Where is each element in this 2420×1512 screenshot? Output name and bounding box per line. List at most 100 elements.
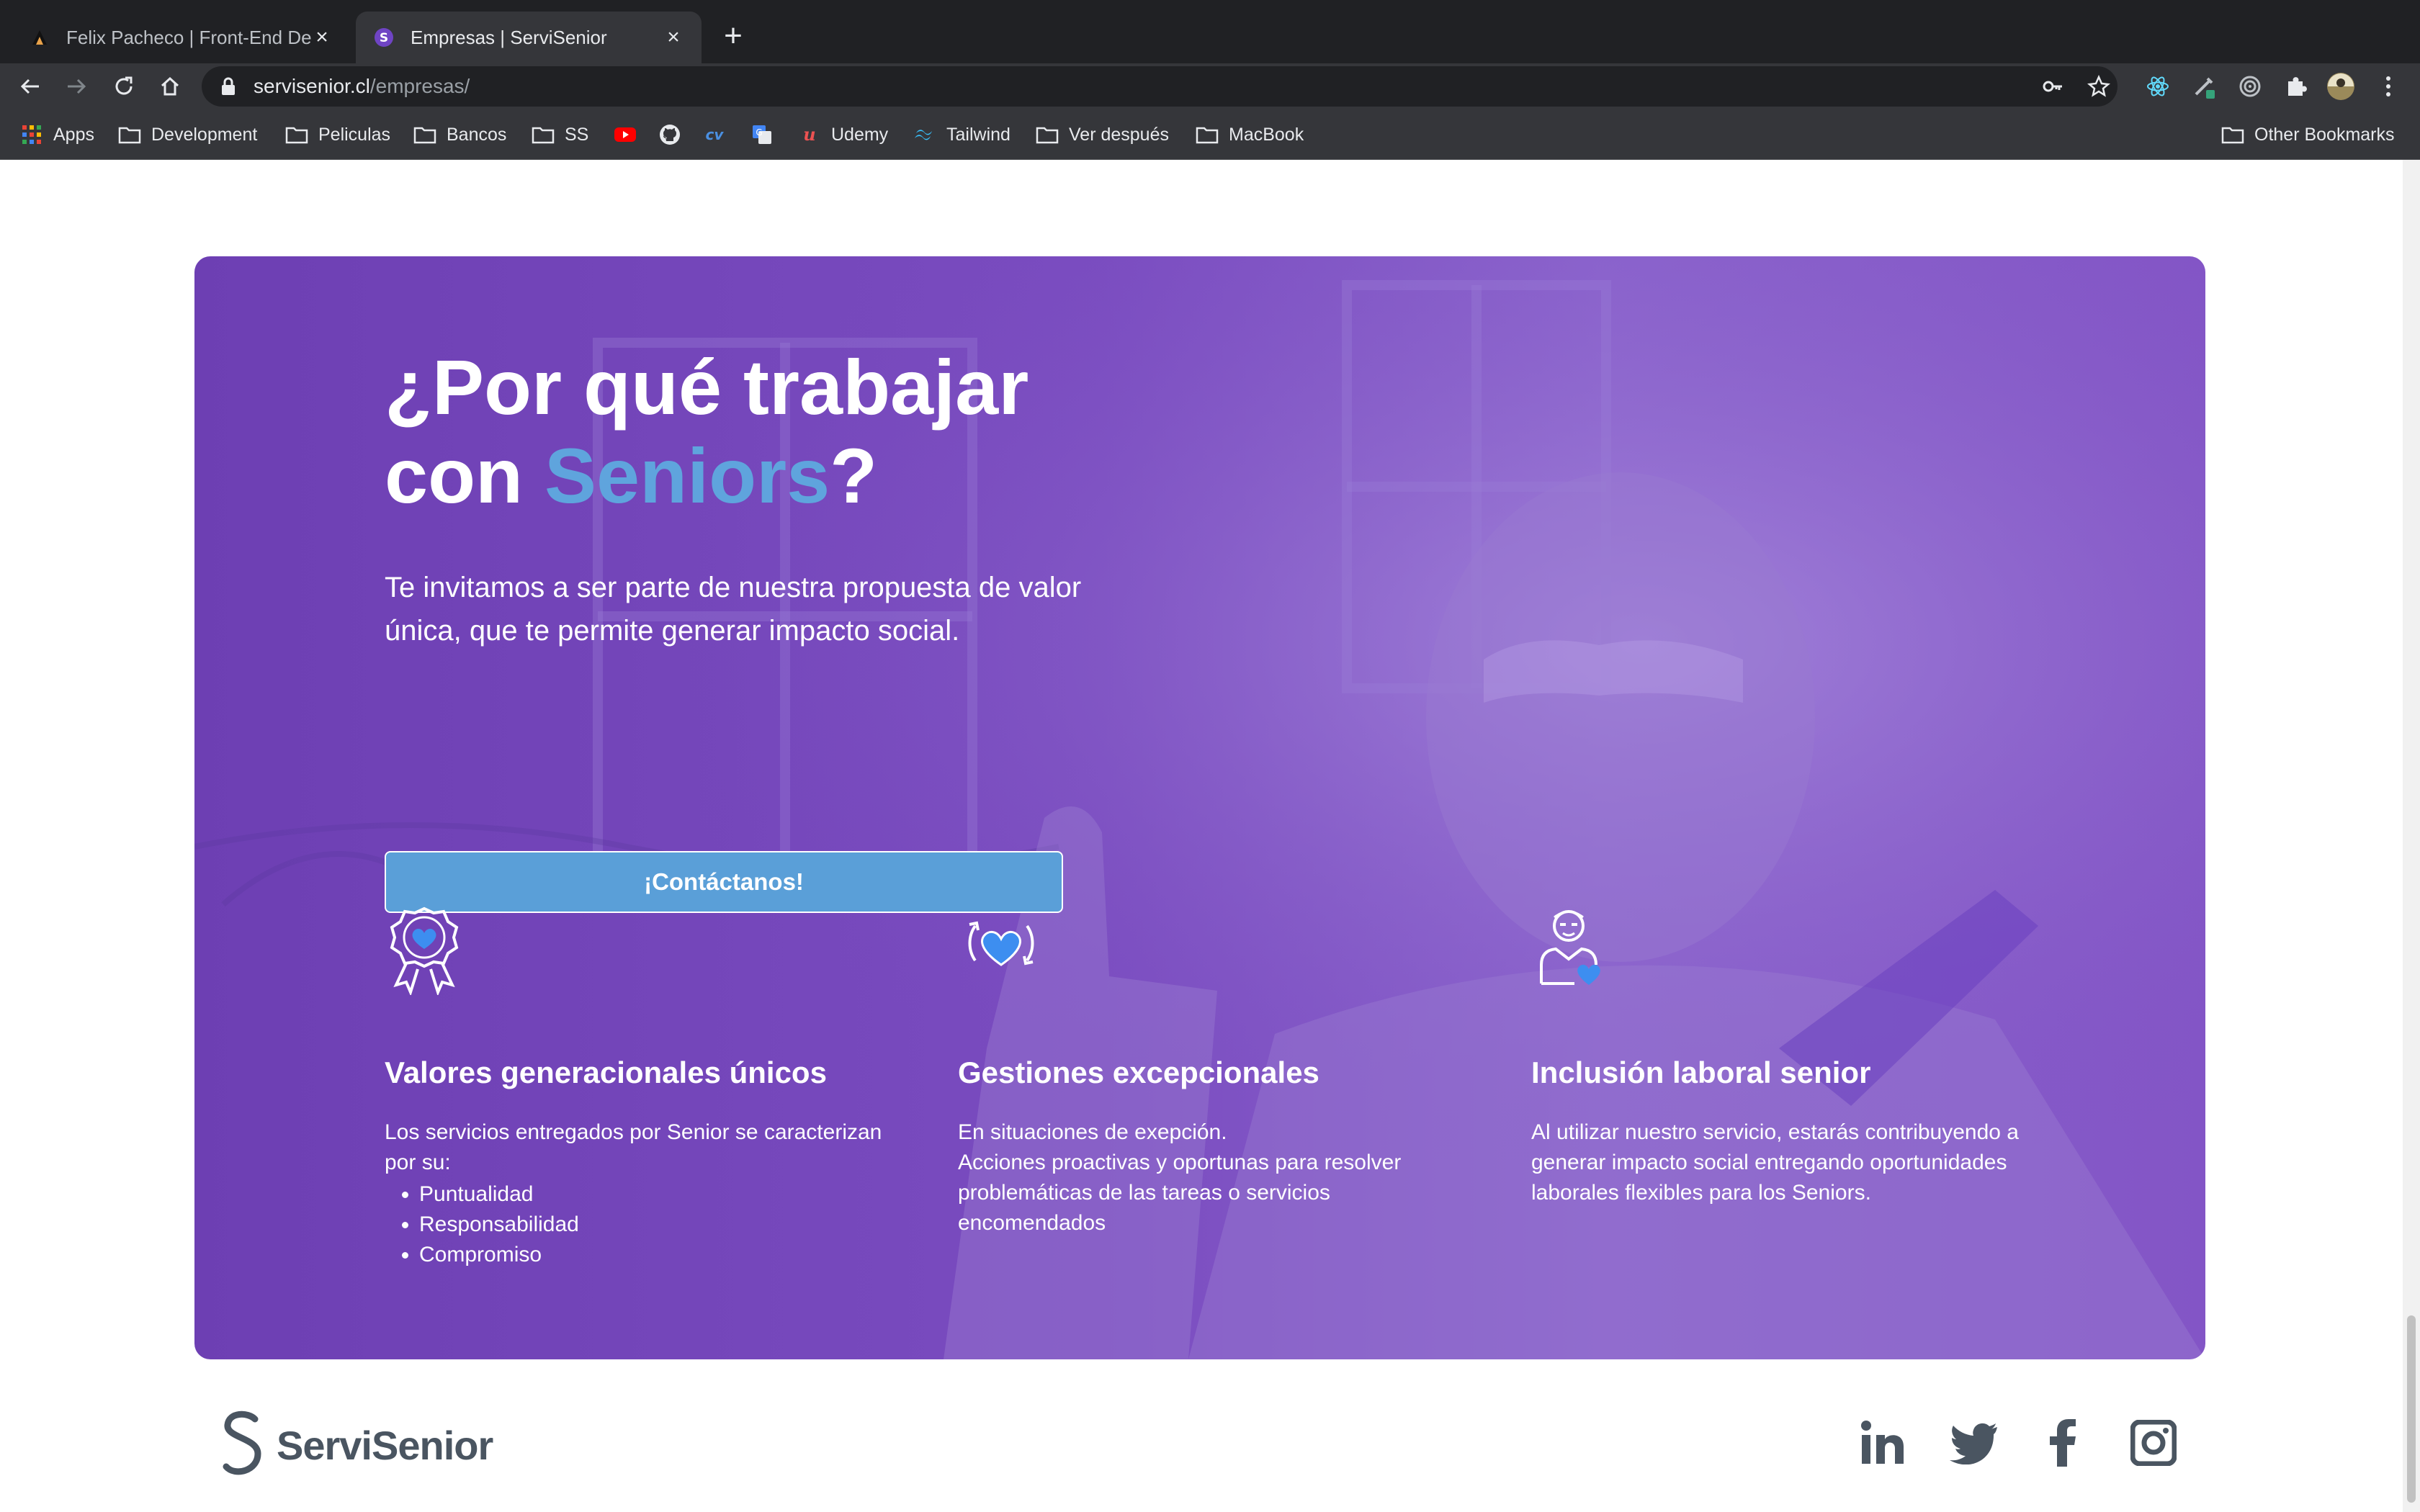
url-path: /empresas/ bbox=[369, 75, 470, 97]
star-bookmark-icon[interactable] bbox=[2086, 73, 2112, 99]
github-icon bbox=[658, 123, 681, 146]
eyedropper-extension-icon[interactable] bbox=[2190, 72, 2218, 101]
bookmark-udemy[interactable]: u Udemy bbox=[798, 122, 888, 147]
folder-icon bbox=[285, 123, 308, 146]
tailwind-icon bbox=[913, 123, 936, 146]
logo-text: ServiSenior bbox=[277, 1422, 493, 1468]
feature-list: Puntualidad Responsabilidad Compromiso bbox=[419, 1179, 579, 1270]
new-tab-button[interactable]: + bbox=[716, 20, 750, 55]
list-item: Puntualidad bbox=[419, 1179, 579, 1210]
feature-text: Los servicios entregados por Senior se c… bbox=[385, 1120, 882, 1174]
bookmark-label: SS bbox=[565, 124, 589, 145]
bookmark-label: MacBook bbox=[1229, 124, 1304, 145]
facebook-icon[interactable] bbox=[2035, 1416, 2090, 1470]
bookmark-folder-peliculas[interactable]: Peliculas bbox=[285, 122, 390, 147]
folder-icon bbox=[413, 123, 436, 146]
bookmark-label: Other Bookmarks bbox=[2254, 124, 2395, 145]
bookmark-label: Bancos bbox=[447, 124, 507, 145]
feature-text-line1: En situaciones de exepción. bbox=[958, 1120, 1227, 1144]
list-item: Responsabilidad bbox=[419, 1210, 579, 1240]
site-favicon-icon bbox=[29, 27, 50, 48]
tab-title: Felix Pacheco | Front-End Developer bbox=[66, 26, 311, 48]
react-devtools-icon[interactable] bbox=[2143, 72, 2172, 101]
feature-title: Valores generacionales únicos bbox=[385, 1056, 827, 1089]
servisenior-favicon-icon: S bbox=[373, 27, 395, 48]
browser-tab-servisenior[interactable]: S Empresas | ServiSenior × bbox=[356, 12, 702, 63]
bookmark-cv[interactable]: cv bbox=[703, 122, 726, 147]
tab-title: Empresas | ServiSenior bbox=[411, 26, 607, 48]
svg-text:S: S bbox=[380, 31, 388, 45]
list-item: Compromiso bbox=[419, 1240, 579, 1270]
bookmark-github[interactable] bbox=[658, 122, 681, 147]
award-heart-icon bbox=[385, 904, 478, 998]
hero-title-line1: ¿Por qué trabajar bbox=[385, 343, 1029, 431]
svg-text:G: G bbox=[756, 127, 762, 138]
profile-avatar-icon[interactable] bbox=[2326, 72, 2355, 101]
bookmark-folder-bancos[interactable]: Bancos bbox=[413, 122, 506, 147]
bookmark-folder-ver-despues[interactable]: Ver después bbox=[1036, 122, 1169, 147]
feature-title: Inclusión laboral senior bbox=[1531, 1056, 1871, 1089]
servisenior-logo-icon bbox=[223, 1410, 261, 1475]
svg-text:cv: cv bbox=[706, 126, 725, 143]
bookmark-label: Tailwind bbox=[946, 124, 1010, 145]
bookmark-folder-other[interactable]: Other Bookmarks bbox=[2221, 122, 2395, 147]
senior-person-heart-icon bbox=[1531, 904, 1625, 998]
puzzle-extensions-icon[interactable] bbox=[2282, 72, 2311, 101]
bookmark-apps[interactable]: Apps bbox=[20, 122, 94, 147]
hero-title: ¿Por qué trabajar con Seniors? bbox=[385, 343, 1249, 520]
forward-arrow-icon[interactable] bbox=[60, 71, 92, 102]
bookmarks-bar: Apps Development Peliculas Bancos SS cv … bbox=[0, 109, 2420, 160]
hero-title-suffix: ? bbox=[830, 432, 878, 519]
folder-icon bbox=[1196, 123, 1219, 146]
svg-text:u: u bbox=[803, 124, 815, 145]
bookmark-label: Apps bbox=[53, 124, 94, 145]
folder-icon bbox=[1036, 123, 1059, 146]
bookmark-folder-ss[interactable]: SS bbox=[532, 122, 588, 147]
udemy-icon: u bbox=[798, 123, 821, 146]
bookmark-folder-macbook[interactable]: MacBook bbox=[1196, 122, 1304, 147]
close-tab-icon[interactable]: × bbox=[311, 27, 333, 48]
twitter-icon[interactable] bbox=[1946, 1416, 2001, 1470]
feature-text: Al utilizar nuestro servicio, estarás co… bbox=[1531, 1120, 2019, 1205]
key-icon[interactable] bbox=[2040, 73, 2066, 99]
close-tab-icon[interactable]: × bbox=[663, 27, 684, 48]
feature-title: Gestiones excepcionales bbox=[958, 1056, 1319, 1089]
instagram-icon[interactable] bbox=[2126, 1416, 2181, 1470]
target-extension-icon[interactable] bbox=[2236, 72, 2264, 101]
folder-icon bbox=[2221, 123, 2244, 146]
bookmark-label: Peliculas bbox=[318, 124, 391, 145]
cv-icon: cv bbox=[703, 123, 726, 146]
bookmark-translate[interactable]: G bbox=[750, 122, 774, 147]
browser-tab-bar: Felix Pacheco | Front-End Developer × S … bbox=[0, 0, 2420, 63]
scrollbar-thumb[interactable] bbox=[2407, 1315, 2416, 1503]
lock-icon bbox=[220, 76, 241, 96]
hero-title-prefix: con bbox=[385, 432, 545, 519]
servisenior-logo[interactable]: ServiSenior bbox=[219, 1405, 493, 1485]
bookmark-youtube[interactable] bbox=[614, 122, 637, 147]
bookmark-tailwind[interactable]: Tailwind bbox=[913, 122, 1010, 147]
feature-text-line2: Acciones proactivas y oportunas para res… bbox=[958, 1151, 1402, 1235]
linkedin-icon[interactable] bbox=[1855, 1416, 1910, 1470]
back-arrow-icon[interactable] bbox=[14, 71, 46, 102]
address-bar[interactable]: servisenior.cl /empresas/ bbox=[202, 66, 2118, 107]
browser-toolbar: servisenior.cl /empresas/ bbox=[0, 63, 2420, 109]
hero-description: Te invitamos a ser parte de nuestra prop… bbox=[385, 572, 1082, 647]
why-seniors-hero: ¿Por qué trabajar con Seniors? Te invita… bbox=[194, 256, 2205, 1359]
browser-tab-felix[interactable]: Felix Pacheco | Front-End Developer × bbox=[12, 12, 350, 63]
feature-text: En situaciones de exepción. Acciones pro… bbox=[958, 1117, 1462, 1238]
reload-icon[interactable] bbox=[108, 71, 140, 102]
hero-title-accent: Seniors bbox=[544, 432, 830, 519]
bookmark-label: Development bbox=[151, 124, 258, 145]
apps-grid-icon bbox=[20, 123, 43, 146]
bookmark-label: Ver después bbox=[1069, 124, 1169, 145]
bookmark-label: Udemy bbox=[831, 124, 889, 145]
home-icon[interactable] bbox=[154, 71, 186, 102]
page-viewport: ¿Por qué trabajar con Seniors? Te invita… bbox=[0, 160, 2403, 1512]
page-scrollbar[interactable] bbox=[2403, 160, 2420, 1512]
heart-refresh-icon bbox=[958, 904, 1052, 998]
folder-icon bbox=[118, 123, 141, 146]
google-translate-icon: G bbox=[750, 123, 774, 146]
browser-menu-icon[interactable] bbox=[2374, 72, 2403, 101]
folder-icon bbox=[532, 123, 555, 146]
bookmark-folder-development[interactable]: Development bbox=[118, 122, 257, 147]
